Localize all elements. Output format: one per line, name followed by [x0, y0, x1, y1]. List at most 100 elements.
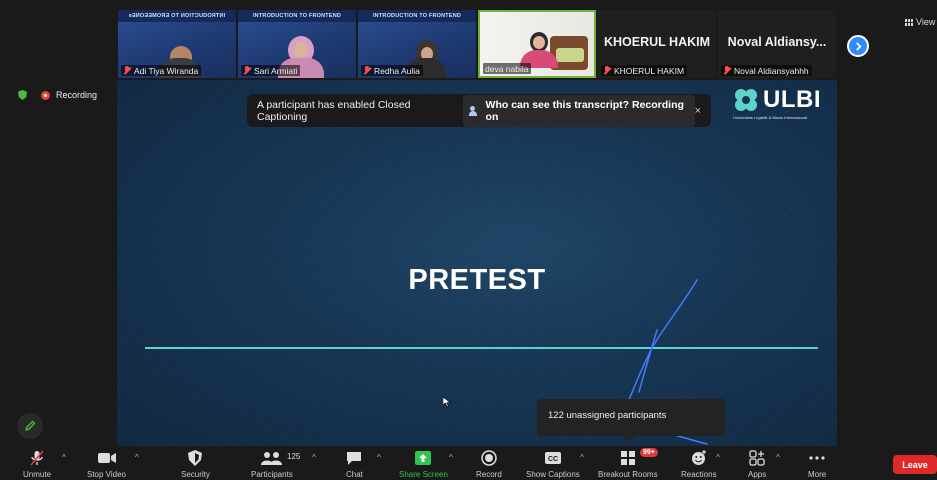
view-label: View [916, 17, 936, 27]
muted-mic-icon [363, 66, 371, 75]
participant-display-name: KHOERUL HAKIM [603, 35, 711, 49]
participant-tile[interactable]: INTRODUCTION TO FRONTEND Sari Armiati [238, 10, 356, 78]
tile-nameplate: KHOERUL HAKIM [601, 65, 688, 76]
participants-icon [260, 449, 283, 467]
tile-nameplate: deva nabila [483, 63, 532, 74]
video-options-chevron-icon[interactable]: ^ [135, 453, 139, 462]
participants-options-chevron-icon[interactable]: ^ [312, 453, 316, 462]
grid-view-icon [905, 18, 913, 26]
banner-message: A participant has enabled Closed Caption… [257, 98, 411, 123]
view-button[interactable]: View [905, 17, 935, 27]
tile-nameplate: Sari Armiati [241, 65, 301, 76]
shield-icon [188, 449, 203, 467]
participant-face-inner [294, 42, 308, 58]
tile-slide-header: ɘƎИOƎƎMOЯƎ OT ИOITƆUDOЯƬИI [118, 10, 236, 22]
record-button[interactable]: Record [476, 449, 502, 479]
participants-count: 125 [287, 452, 301, 461]
participant-name: KHOERUL HAKIM [614, 65, 685, 76]
closed-caption-icon: CC [544, 449, 562, 467]
shared-screen: ULBI Universitas Logistik & Bisnis Inter… [117, 80, 837, 452]
apps-label: Apps [748, 470, 767, 479]
recording-icon[interactable] [41, 90, 50, 100]
apps-button[interactable]: Apps [748, 449, 766, 479]
chat-bubble-icon [346, 449, 362, 467]
muted-mic-icon [123, 66, 131, 75]
participant-tile[interactable]: Noval Aldiansy... Noval Aldiansyahhh [718, 10, 836, 78]
unmute-button[interactable]: Unmute [23, 449, 51, 479]
record-label: Record [476, 470, 502, 479]
emoji-icon [691, 449, 707, 467]
show-captions-label: Show Captions [526, 470, 580, 479]
unmute-label: Unmute [23, 470, 52, 479]
apps-icon [749, 449, 765, 467]
participant-name: Sari Armiati [254, 65, 298, 76]
muted-microphone-icon [28, 449, 46, 467]
breakout-rooms-icon [620, 449, 636, 467]
annotate-button[interactable] [17, 413, 43, 439]
share-options-chevron-icon[interactable]: ^ [449, 453, 453, 462]
record-icon [481, 449, 497, 467]
captions-options-chevron-icon[interactable]: ^ [580, 453, 584, 462]
breakout-badge: 99+ [640, 448, 658, 457]
share-screen-icon [414, 449, 432, 467]
security-button[interactable]: Security [181, 449, 210, 479]
muted-mic-icon [723, 66, 731, 75]
tile-nameplate: Adi Tiya Wiranda [121, 65, 202, 76]
participant-name: Adi Tiya Wiranda [134, 65, 199, 76]
chat-options-chevron-icon[interactable]: ^ [377, 453, 381, 462]
more-button[interactable]: More [808, 449, 826, 479]
pencil-icon [25, 420, 36, 431]
breakout-tooltip: 122 unassigned participants [537, 399, 725, 442]
show-captions-button[interactable]: CC Show Captions [526, 449, 580, 479]
share-screen-button[interactable]: Share Screen [399, 449, 448, 479]
participants-label: Participants [251, 470, 293, 479]
breakout-rooms-label: Breakout Rooms [598, 470, 658, 479]
participant-tile[interactable]: KHOERUL HAKIM KHOERUL HAKIM [598, 10, 716, 78]
security-label: Security [181, 470, 210, 479]
participant-name: Redha Aulia [374, 65, 420, 76]
link-label: Who can see this transcript? Recording o… [485, 98, 684, 123]
meeting-toolbar: Unmute ^ Stop Video ^ Security Participa… [0, 446, 937, 480]
participant-face-inner [533, 36, 545, 49]
encryption-shield-icon[interactable] [18, 90, 27, 100]
participant-name: deva nabila [485, 63, 529, 74]
more-label: More [808, 470, 827, 479]
stop-video-label: Stop Video [87, 470, 126, 479]
muted-mic-icon [603, 66, 611, 75]
tile-slide-header: INTRODUCTION TO FRONTEND [238, 10, 356, 22]
reactions-label: Reactions [681, 470, 717, 479]
tooltip-text: 122 unassigned participants [548, 410, 667, 421]
participant-tile-active-speaker[interactable]: deva nabila [478, 10, 596, 78]
next-page-button[interactable] [847, 35, 869, 57]
reactions-options-chevron-icon[interactable]: ^ [716, 453, 720, 462]
reactions-button[interactable]: Reactions [681, 449, 717, 479]
participant-name: Noval Aldiansyahhh [734, 65, 809, 76]
chat-button[interactable]: Chat [346, 449, 363, 479]
tile-nameplate: Noval Aldiansyahhh [721, 65, 812, 76]
participant-tile[interactable]: ɘƎИOƎƎMOЯƎ OT ИOITƆUDOЯƬИI Adi Tiya Wira… [118, 10, 236, 78]
closed-caption-banner: A participant has enabled Closed Caption… [247, 94, 711, 127]
transcript-visibility-link[interactable]: Who can see this transcript? Recording o… [463, 94, 695, 127]
stop-video-button[interactable]: Stop Video [87, 449, 126, 479]
participant-tile[interactable]: INTRODUCTION TO FRONTEND Redha Aulia [358, 10, 476, 78]
muted-mic-icon [243, 66, 251, 75]
meeting-status: Recording [18, 90, 97, 100]
mouse-cursor-icon [443, 397, 451, 407]
annotation-scribble [628, 279, 708, 445]
video-object-detail [556, 48, 584, 62]
recording-label: Recording [56, 90, 98, 100]
chat-label: Chat [346, 470, 363, 479]
share-screen-label: Share Screen [399, 470, 448, 479]
people-icon [469, 105, 480, 116]
more-dots-icon [808, 449, 826, 467]
audio-options-chevron-icon[interactable]: ^ [62, 453, 66, 462]
close-icon[interactable]: × [695, 105, 701, 117]
tile-slide-header: INTRODUCTION TO FRONTEND [358, 10, 476, 22]
leave-button[interactable]: Leave [893, 455, 937, 474]
svg-text:CC: CC [548, 456, 558, 463]
participant-display-name: Noval Aldiansy... [727, 35, 827, 49]
tile-nameplate: Redha Aulia [361, 65, 423, 76]
video-camera-icon [97, 449, 117, 467]
apps-options-chevron-icon[interactable]: ^ [776, 453, 780, 462]
participant-strip: ɘƎИOƎƎMOЯƎ OT ИOITƆUDOЯƬИI Adi Tiya Wira… [118, 10, 836, 78]
